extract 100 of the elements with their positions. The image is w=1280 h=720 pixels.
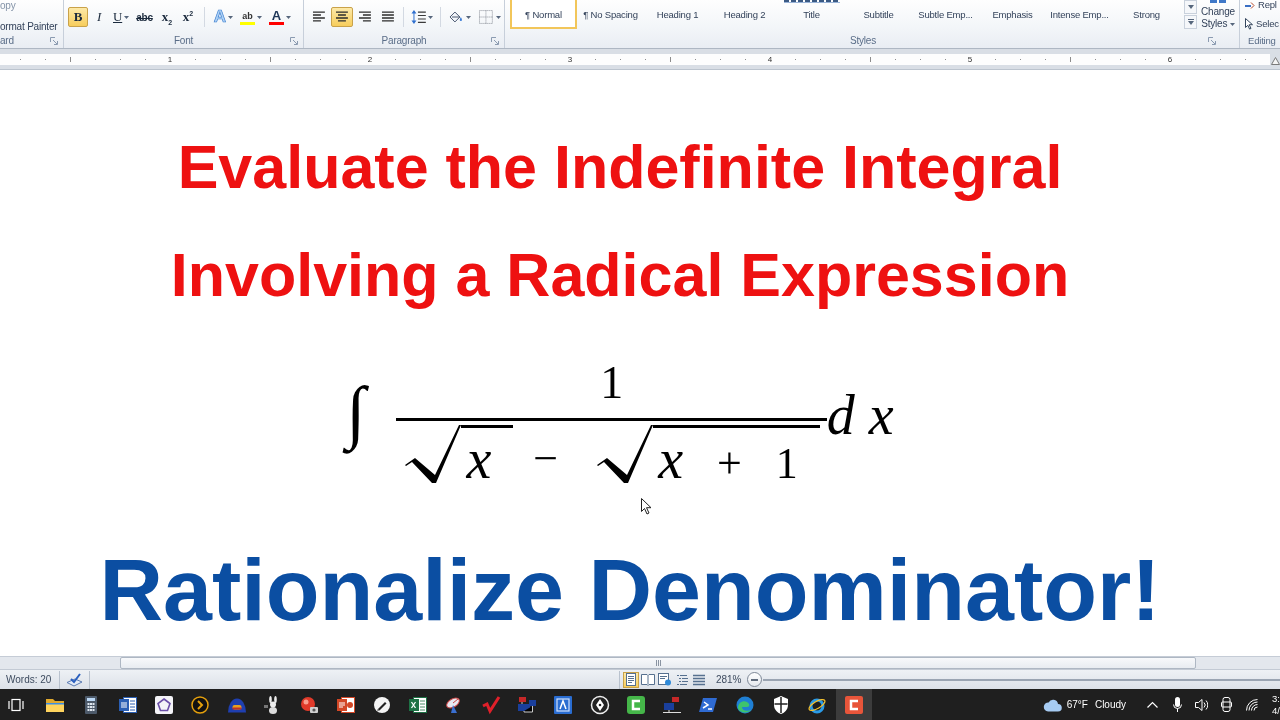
ruler-number: 4: [766, 54, 774, 64]
change-styles-button[interactable]: Change Styles: [1199, 0, 1237, 30]
radical-overbar: [461, 425, 514, 428]
gallery-scroll-button[interactable]: [1184, 0, 1197, 14]
select-button[interactable]: Selec: [1245, 18, 1279, 30]
styles-icon: [1210, 0, 1226, 3]
ruler-number: 1: [166, 54, 174, 64]
weather-temperature[interactable]: 67°F: [1066, 699, 1088, 710]
zoom-level[interactable]: 281%: [715, 674, 742, 685]
mouse-pointer-icon: [641, 498, 652, 515]
style-gallery-item[interactable]: ¶ No Spacing: [577, 0, 644, 29]
align-center-button[interactable]: [330, 7, 353, 27]
bracket-icon: [625, 694, 646, 715]
math-differential: d x: [826, 387, 894, 443]
subscript-button[interactable]: x$_{2}$: [156, 7, 177, 27]
strikethrough-button[interactable]: abc: [133, 7, 156, 27]
compass-icon: [589, 694, 610, 715]
math-operator: +: [717, 442, 742, 486]
more-icon: [1187, 19, 1194, 25]
replace-button[interactable]: Repl: [1245, 0, 1277, 10]
group-label: Editing: [1248, 35, 1276, 47]
justify-icon: [379, 9, 396, 25]
ruler-number: 2: [366, 54, 374, 64]
pen-icon: [371, 694, 392, 715]
word-count[interactable]: Words: 20: [6, 674, 52, 685]
italic-button[interactable]: I: [89, 7, 109, 27]
clock-time[interactable]: 3:: [1272, 692, 1280, 705]
zoom-slider-track[interactable]: [763, 678, 1280, 681]
ruler-number: 5: [966, 54, 974, 64]
app-tile-icon: [553, 694, 574, 715]
open-book-icon: [640, 673, 655, 686]
network-icon: [662, 694, 683, 715]
gallery-more-button[interactable]: [1184, 15, 1197, 29]
group-label: Paragraph: [381, 35, 427, 47]
heading-line: Evaluate the Indefinite Integral: [177, 132, 1063, 202]
spreadsheet-icon: [408, 694, 429, 715]
zoom-out-button[interactable]: [747, 672, 763, 687]
indent-marker-icon[interactable]: [1270, 56, 1280, 65]
document-icon: [117, 694, 138, 715]
network-icon: [517, 694, 537, 715]
full-screen-reading-view-button[interactable]: [639, 671, 656, 688]
align-center-icon: [333, 9, 350, 25]
web-layout-view-button[interactable]: [656, 671, 673, 688]
radical-sign: [405, 425, 462, 483]
underline-button[interactable]: U: [110, 7, 133, 27]
ruler-number: 3: [566, 54, 574, 64]
check-mark-icon: [480, 694, 501, 715]
border-grid-icon: [478, 9, 494, 25]
task-view-icon: [8, 696, 24, 713]
presentation-icon: [335, 694, 356, 715]
style-gallery-item[interactable]: ¶ Normal: [510, 0, 577, 29]
print-layout-view-button[interactable]: [622, 671, 639, 688]
device-icon[interactable]: [1221, 697, 1233, 712]
radical-sign: [597, 425, 654, 483]
weather-condition[interactable]: Cloudy: [1094, 699, 1127, 710]
scrollbar-thumb[interactable]: [120, 657, 1196, 669]
tagline: Rationalize Denominator!: [99, 540, 1161, 640]
style-gallery-item[interactable]: Strong: [1113, 0, 1180, 29]
style-gallery-item[interactable]: Heading 1: [644, 0, 711, 29]
cloud-icon[interactable]: [1042, 697, 1063, 712]
wifi-icon[interactable]: [1246, 698, 1259, 711]
integral-sign: ∫: [342, 364, 370, 460]
font-color-button[interactable]: A: [265, 7, 294, 27]
proofing-icon[interactable]: [66, 672, 84, 687]
speaker-icon[interactable]: [1195, 697, 1209, 712]
math-number: 1: [775, 442, 798, 486]
group-label: ard: [0, 35, 14, 47]
clock-date[interactable]: 4/: [1272, 704, 1280, 717]
microphone-icon[interactable]: [1173, 697, 1183, 712]
title-style-preview: [783, 0, 840, 3]
taskbar-app-button[interactable]: [835, 689, 872, 720]
replace-icon: [1245, 1, 1255, 9]
caret-down-icon: [1187, 5, 1194, 9]
bold-button[interactable]: B: [68, 7, 88, 27]
math-operator: −: [533, 437, 559, 481]
style-gallery-item[interactable]: Heading 2: [711, 0, 778, 29]
align-left-icon: [311, 9, 327, 25]
style-gallery-item[interactable]: Subtitle: [845, 0, 912, 29]
chevron-up-icon[interactable]: [1147, 701, 1159, 708]
horizontal-scrollbar[interactable]: [0, 656, 1280, 669]
camera-icon: [299, 694, 320, 715]
math-number: 1: [600, 360, 624, 406]
style-gallery-item[interactable]: Intense Emp...: [1046, 0, 1113, 29]
swirl-icon: [734, 694, 755, 715]
style-gallery-item[interactable]: Emphasis: [979, 0, 1046, 29]
math-variable: x: [658, 431, 683, 487]
group-label: Font: [173, 35, 194, 47]
group-label: Styles: [849, 35, 876, 47]
grip-icon: [655, 660, 661, 666]
align-right-icon: [356, 9, 373, 25]
highlight-button[interactable]: ab: [236, 7, 265, 27]
outline-icon: [674, 673, 689, 686]
superscript-button[interactable]: x$^{2}$: [177, 7, 198, 27]
web-page-icon: [657, 673, 672, 686]
style-gallery-item[interactable]: Subtle Emp...: [912, 0, 979, 29]
style-gallery-item[interactable]: Title: [778, 0, 845, 29]
format-painter-button[interactable]: ormat Painter: [0, 21, 58, 32]
page-icon: [623, 673, 638, 686]
line-spacing-icon: [410, 9, 427, 25]
ruler-number: 6: [1166, 54, 1174, 64]
